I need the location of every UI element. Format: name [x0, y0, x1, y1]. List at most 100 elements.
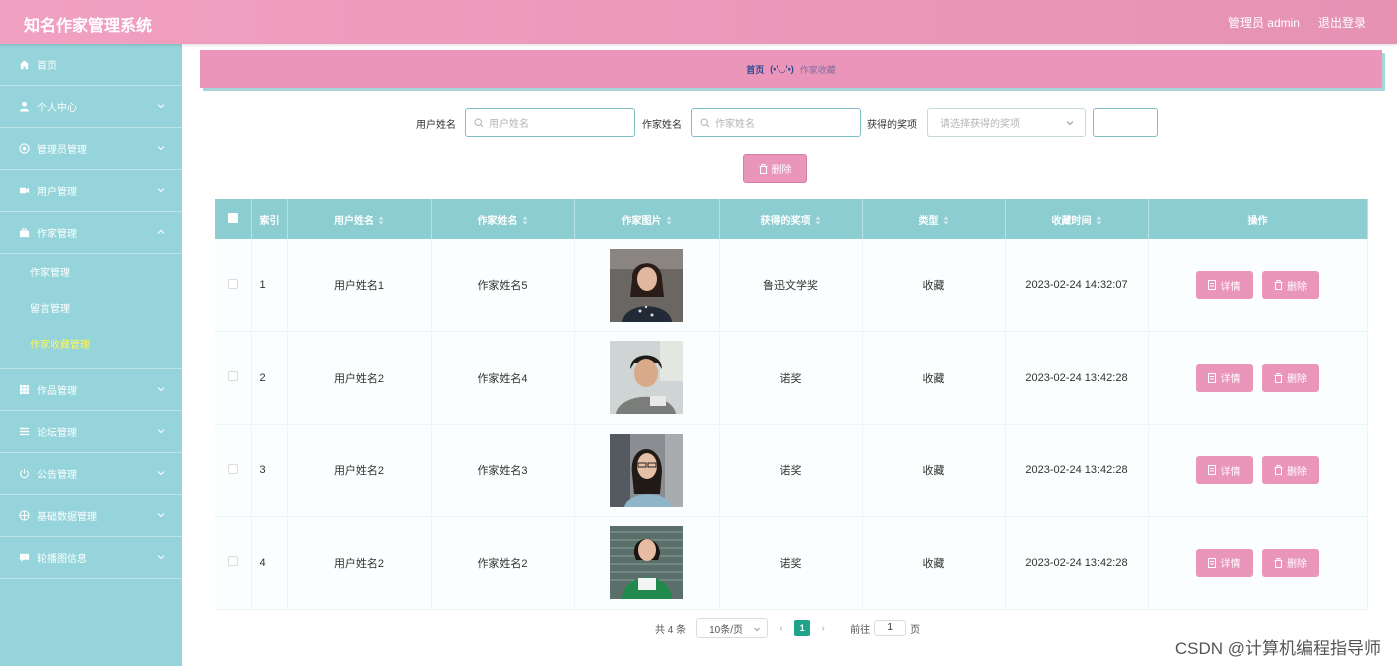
logout-link[interactable]: 退出登录	[1318, 14, 1366, 31]
sort-icon	[1096, 216, 1101, 224]
delete-button[interactable]: 删除	[1262, 363, 1320, 392]
goto-page-input[interactable]: 1	[874, 620, 907, 636]
detail-button[interactable]: 详情	[1195, 548, 1253, 577]
page-suffix: 页	[910, 624, 921, 636]
power-icon	[18, 468, 30, 480]
col-type[interactable]: 类型	[862, 199, 1006, 239]
cell-writer-photo	[574, 424, 720, 517]
row-checkbox[interactable]	[215, 331, 252, 425]
chevron-down-icon	[157, 471, 165, 476]
user-name-input[interactable]: 用户姓名	[465, 108, 635, 137]
row-checkbox[interactable]	[215, 424, 252, 517]
chevron-down-icon	[157, 555, 165, 560]
sidebar-item-works[interactable]: 作品管理	[0, 369, 182, 411]
admin-user-label[interactable]: 管理员 admin	[1228, 14, 1300, 31]
page-size-select[interactable]: 10条/页	[696, 618, 769, 638]
home-icon	[18, 59, 30, 71]
chevron-down-icon	[157, 513, 165, 518]
col-favorite-time[interactable]: 收藏时间	[1005, 199, 1149, 239]
table-row: 1 用户姓名1 作家姓名5 鲁迅文学奖 收藏 2023-02-24 14:32:…	[215, 239, 1368, 332]
search-bar: 用户姓名 用户姓名 作家姓名 作家姓名 获得的奖项 请选择获得的奖项	[0, 108, 1397, 137]
breadcrumb-home[interactable]: 首页	[746, 63, 764, 76]
writers-submenu: 作家管理 留言管理 作家收藏管理	[0, 254, 182, 369]
col-writer-name[interactable]: 作家姓名	[431, 199, 575, 239]
delete-button[interactable]: 删除	[1262, 548, 1320, 577]
detail-button[interactable]: 详情	[1195, 456, 1253, 485]
page-1-button[interactable]: 1	[794, 620, 811, 636]
table-row: 2 用户姓名2 作家姓名4 诺奖 收藏 2023-02-24 13:42:28 …	[215, 331, 1368, 425]
cell-writer-photo	[574, 516, 720, 610]
trash-icon	[759, 163, 767, 174]
writer-name-label: 作家姓名	[642, 120, 682, 131]
col-user-name[interactable]: 用户姓名	[287, 199, 432, 239]
row-checkbox[interactable]	[215, 239, 252, 332]
cell-type: 收藏	[862, 424, 1006, 517]
chevron-down-icon	[754, 627, 760, 632]
sidebar-item-label: 作品管理	[37, 386, 77, 397]
document-icon	[1208, 372, 1217, 383]
cell-actions: 详情 删除	[1148, 424, 1368, 517]
sort-icon	[522, 216, 527, 224]
sidebar-item-home[interactable]: 首页	[0, 44, 182, 86]
sidebar-item-notice[interactable]: 公告管理	[0, 453, 182, 495]
row-checkbox[interactable]	[215, 516, 252, 610]
breadcrumb: 首页 (•'◡'•) 作家收藏	[200, 50, 1382, 88]
top-header: 知名作家管理系统 管理员 admin 退出登录	[0, 0, 1397, 44]
sidebar-item-carousel[interactable]: 轮播图信息	[0, 537, 182, 579]
table-row: 3 用户姓名2 作家姓名3 诺奖 收藏 2023-02-24 13:42:28 …	[215, 424, 1368, 517]
search-icon	[474, 117, 484, 127]
breadcrumb-current: 作家收藏	[799, 64, 836, 75]
submenu-writer-favorite-manage[interactable]: 作家收藏管理	[0, 328, 182, 364]
sidebar-item-basic-data[interactable]: 基础数据管理	[0, 495, 182, 537]
watermark: CSDN @计算机编程指导师	[1174, 639, 1381, 658]
pager-total: 共 4 条	[655, 624, 687, 636]
chevron-down-icon	[157, 146, 165, 151]
select-all-checkbox[interactable]	[215, 199, 252, 239]
cell-writer-name: 作家姓名4	[431, 331, 575, 425]
submenu-message-manage[interactable]: 留言管理	[0, 292, 182, 328]
award-label: 获得的奖项	[867, 120, 917, 131]
pager-goto: 前往 1 页	[850, 620, 920, 636]
delete-button[interactable]: 删除	[1262, 271, 1320, 299]
writer-name-input[interactable]: 作家姓名	[691, 108, 861, 137]
user-name-label: 用户姓名	[416, 120, 456, 131]
cell-type: 收藏	[862, 331, 1006, 425]
sidebar-item-forum[interactable]: 论坛管理	[0, 411, 182, 453]
cell-user-name: 用户姓名2	[287, 331, 432, 425]
writer-photo	[610, 433, 683, 507]
detail-button[interactable]: 详情	[1195, 271, 1253, 299]
award-select[interactable]: 请选择获得的奖项	[927, 108, 1086, 137]
col-award[interactable]: 获得的奖项	[719, 199, 863, 239]
sidebar-item-writers[interactable]: 作家管理	[0, 212, 182, 254]
user-name-placeholder: 用户姓名	[489, 119, 529, 130]
cell-index: 3	[251, 424, 288, 517]
sidebar-item-users[interactable]: 用户管理	[0, 170, 182, 212]
admin-icon	[18, 143, 30, 155]
chevron-down-icon	[157, 188, 165, 193]
trash-icon	[1274, 372, 1283, 383]
prev-page-icon[interactable]: ‹	[776, 623, 786, 634]
chat-icon	[18, 552, 30, 564]
next-page-icon[interactable]: ›	[818, 623, 828, 634]
document-icon	[1208, 465, 1217, 476]
submenu-writer-manage[interactable]: 作家管理	[0, 256, 182, 292]
chevron-up-icon	[157, 229, 165, 234]
col-writer-photo[interactable]: 作家图片	[574, 199, 720, 239]
search-button[interactable]	[1093, 108, 1158, 137]
goto-label: 前往	[850, 624, 871, 636]
breadcrumb-separator: (•'◡'•)	[770, 63, 794, 74]
detail-button[interactable]: 详情	[1195, 363, 1253, 392]
grid-icon	[18, 384, 30, 396]
table-header-row: 索引 用户姓名 作家姓名 作家图片 获得的奖项 类型 收藏时间 操作	[215, 199, 1368, 239]
sort-icon	[378, 216, 384, 224]
writer-photo	[610, 526, 683, 600]
pagination: 共 4 条 10条/页 ‹ 1 › 前往 1 页	[655, 618, 920, 638]
document-icon	[1208, 557, 1217, 568]
batch-delete-button[interactable]: 删除	[743, 154, 807, 183]
cell-award: 诺奖	[719, 331, 863, 425]
cell-time: 2023-02-24 14:32:07	[1005, 239, 1149, 332]
writer-photo	[610, 248, 683, 322]
writer-photo	[610, 341, 683, 415]
cell-type: 收藏	[862, 239, 1006, 332]
delete-button[interactable]: 删除	[1262, 456, 1320, 485]
